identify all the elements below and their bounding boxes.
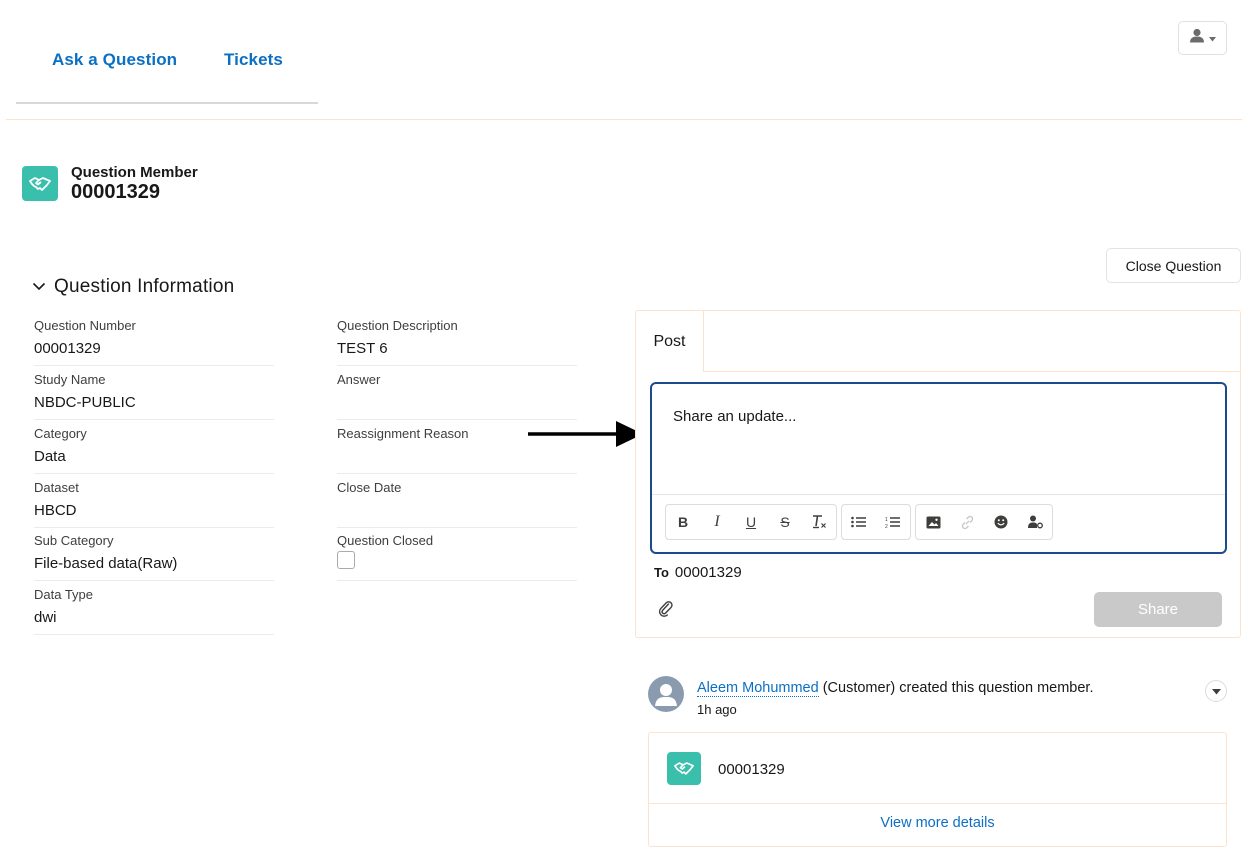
feed-author-link[interactable]: Aleem Mohummed (697, 680, 819, 697)
chevron-down-icon (1211, 682, 1221, 700)
field-value: File-based data(Raw) (34, 555, 178, 572)
insert-group (915, 504, 1053, 540)
post-input[interactable]: Share an update... (673, 408, 796, 425)
feed-action-text: (Customer) created this question member. (818, 680, 1094, 696)
field-question-number: Question Number 00001329 (34, 318, 274, 366)
to-label: To (654, 565, 669, 580)
view-more-details-link[interactable]: View more details (649, 815, 1226, 831)
close-question-button[interactable]: Close Question (1106, 248, 1241, 283)
field-label: Answer (337, 372, 381, 387)
feed-item-header: Aleem Mohummed (Customer) created this q… (697, 680, 1094, 697)
feed-timestamp[interactable]: 1h ago (697, 702, 737, 717)
list-group: 12 (841, 504, 911, 540)
strikethrough-icon[interactable]: S (768, 505, 802, 539)
header-divider (6, 119, 1242, 120)
user-icon (1189, 28, 1205, 48)
avatar[interactable] (648, 676, 684, 712)
field-value: 00001329 (34, 340, 101, 357)
field-value: dwi (34, 609, 57, 626)
field-value: Data (34, 448, 66, 465)
paperclip-icon[interactable] (658, 600, 674, 622)
tab-ask-a-question[interactable]: Ask a Question (52, 50, 177, 70)
field-label: Close Date (337, 480, 402, 495)
handshake-icon (22, 166, 58, 201)
recipient-value: 00001329 (674, 564, 742, 581)
record-type-label: Question Member (71, 164, 198, 181)
emoji-icon[interactable] (984, 505, 1018, 539)
bulleted-list-icon[interactable] (842, 505, 876, 539)
field-data-type: Data Type dwi (34, 587, 274, 635)
field-value: TEST 6 (337, 340, 388, 357)
clear-formatting-icon[interactable] (802, 505, 836, 539)
handshake-icon (667, 752, 701, 785)
field-label: Question Closed (337, 533, 434, 548)
section-toggle-question-information[interactable]: Question Information (32, 276, 234, 298)
bold-icon[interactable]: B (666, 505, 700, 539)
feed-item-menu-button[interactable] (1205, 680, 1227, 702)
section-title: Question Information (54, 276, 235, 297)
underline-icon[interactable]: U (734, 505, 768, 539)
question-closed-checkbox[interactable] (337, 551, 355, 569)
tab-post[interactable]: Post (636, 311, 704, 372)
field-question-closed: Question Closed (337, 533, 577, 581)
formatting-toolbar: B I U S 12 (665, 504, 1053, 540)
chevron-down-icon (1209, 29, 1216, 47)
mention-icon[interactable] (1018, 505, 1052, 539)
italic-icon[interactable]: I (700, 505, 734, 539)
feed-record-card: 00001329 View more details (648, 732, 1227, 847)
record-name: 00001329 (71, 181, 160, 203)
post-editor[interactable]: Share an update... B I U S 12 (650, 382, 1227, 554)
field-label: Category (34, 426, 87, 441)
field-value: NBDC-PUBLIC (34, 394, 136, 411)
field-sub-category: Sub Category File-based data(Raw) (34, 533, 274, 581)
nav-underline (16, 102, 318, 104)
field-question-description: Question Description TEST 6 (337, 318, 577, 366)
svg-text:2: 2 (885, 524, 888, 529)
image-icon[interactable] (916, 505, 950, 539)
text-format-group: B I U S (665, 504, 837, 540)
editor-divider (652, 494, 1225, 495)
field-study-name: Study Name NBDC-PUBLIC (34, 372, 274, 420)
field-close-date: Close Date (337, 480, 577, 528)
field-label: Dataset (34, 480, 79, 495)
field-answer: Answer (337, 372, 577, 420)
tabbar-divider (704, 371, 1241, 372)
numbered-list-icon[interactable]: 12 (876, 505, 910, 539)
field-label: Data Type (34, 587, 94, 602)
share-button[interactable]: Share (1094, 592, 1222, 627)
user-menu-button[interactable] (1178, 21, 1227, 55)
field-label: Question Description (337, 318, 458, 333)
user-avatar-icon (655, 684, 677, 706)
field-dataset: Dataset HBCD (34, 480, 274, 528)
link-icon[interactable] (950, 505, 984, 539)
chatter-publisher: Post Share an update... B I U S 12 To 00… (635, 310, 1241, 638)
arrow-annotation (528, 421, 643, 447)
field-value: HBCD (34, 502, 77, 519)
field-label: Question Number (34, 318, 136, 333)
field-label: Study Name (34, 372, 106, 387)
field-category: Category Data (34, 426, 274, 474)
tab-tickets[interactable]: Tickets (224, 50, 283, 70)
recipient-line: To 00001329 (654, 564, 742, 581)
field-label: Sub Category (34, 533, 114, 548)
card-divider (649, 803, 1226, 804)
field-label: Reassignment Reason (337, 426, 469, 441)
card-record-name[interactable]: 00001329 (718, 761, 785, 778)
svg-text:1: 1 (885, 517, 888, 523)
chevron-down-icon (32, 278, 46, 296)
